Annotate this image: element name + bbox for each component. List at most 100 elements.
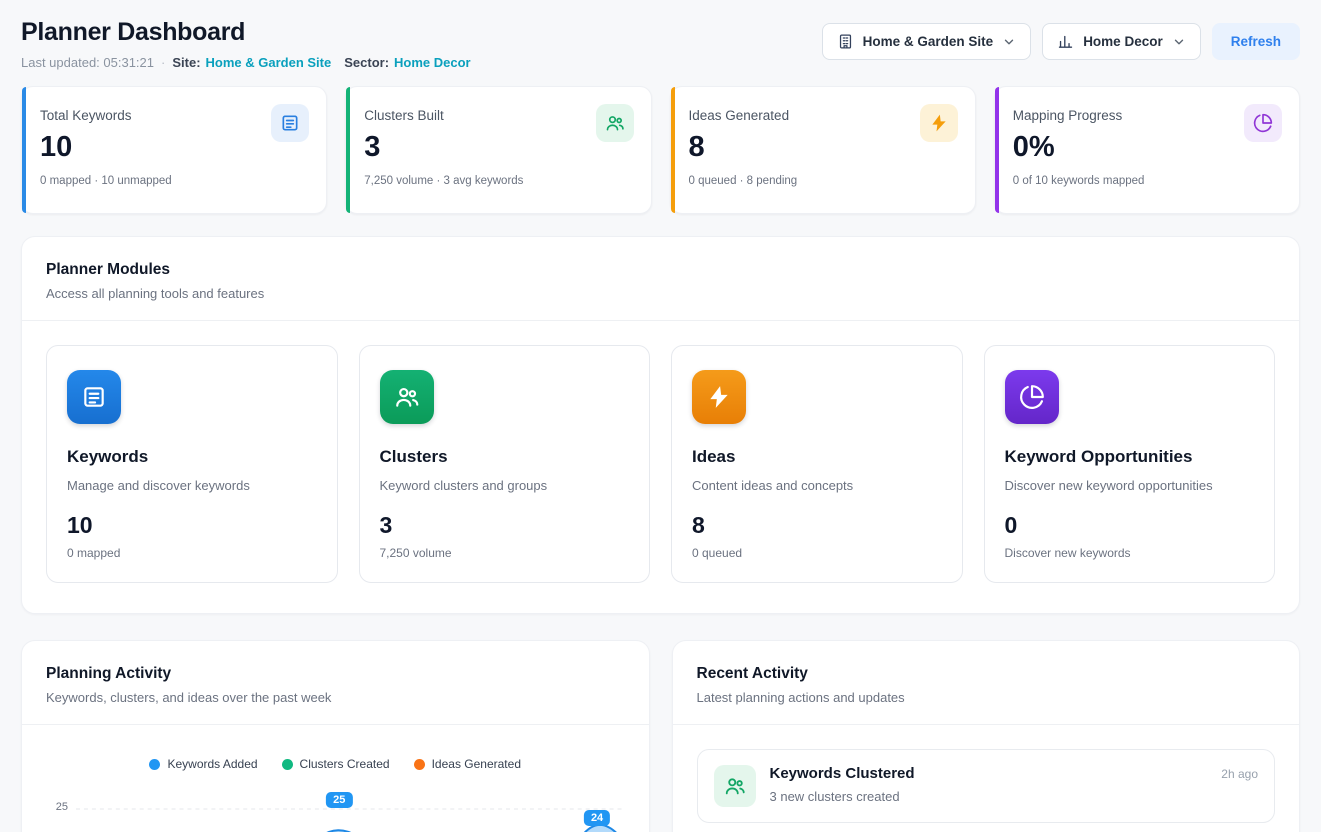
module-card-keywords[interactable]: Keywords Manage and discover keywords 10…: [46, 345, 338, 583]
divider: [22, 724, 649, 725]
stat-detail: 0 of 10 keywords mapped: [1013, 175, 1281, 187]
module-card-keyword-opportunities[interactable]: Keyword Opportunities Discover new keywo…: [984, 345, 1276, 583]
recent-activity-title: Recent Activity: [697, 665, 1276, 683]
sector-selector-dropdown[interactable]: Home Decor: [1042, 23, 1201, 60]
stat-value: 3: [364, 131, 632, 164]
module-description: Manage and discover keywords: [67, 477, 317, 495]
stat-card-ideas-generated: Ideas Generated 8 0 queued · 8 pending: [670, 86, 976, 214]
stat-card-clusters-built: Clusters Built 3 7,250 volume · 3 avg ke…: [345, 86, 651, 214]
module-description: Keyword clusters and groups: [380, 477, 630, 495]
site-link[interactable]: Home & Garden Site: [206, 55, 332, 70]
stat-label: Mapping Progress: [1013, 108, 1281, 123]
page-header: Planner Dashboard Last updated: 05:31:21…: [21, 18, 1300, 70]
module-grid: Keywords Manage and discover keywords 10…: [46, 345, 1275, 583]
site-selector-dropdown[interactable]: Home & Garden Site: [822, 23, 1032, 60]
refresh-button[interactable]: Refresh: [1212, 23, 1300, 60]
last-updated-text: Last updated: 05:31:21: [21, 55, 154, 70]
stat-detail: 0 mapped · 10 unmapped: [40, 175, 308, 187]
modules-subtitle: Access all planning tools and features: [46, 286, 1275, 301]
users-icon: [714, 765, 756, 807]
module-title: Ideas: [692, 447, 942, 467]
site-label: Site:: [172, 55, 200, 70]
sector-meta: Sector: Home Decor: [344, 55, 470, 70]
legend-item-clusters-created: Clusters Created: [282, 757, 390, 771]
recent-activity-panel: Recent Activity Latest planning actions …: [672, 640, 1301, 832]
module-card-clusters[interactable]: Clusters Keyword clusters and groups 3 7…: [359, 345, 651, 583]
article-icon: [271, 104, 309, 142]
planner-modules-panel: Planner Modules Access all planning tool…: [21, 236, 1300, 614]
chevron-down-icon: [1002, 35, 1016, 49]
stat-cards-row: Total Keywords 10 0 mapped · 10 unmapped…: [21, 86, 1300, 214]
sector-selector-label: Home Decor: [1083, 34, 1163, 49]
y-axis-tick: 25: [46, 784, 76, 832]
module-detail: 7,250 volume: [380, 546, 630, 560]
planning-activity-subtitle: Keywords, clusters, and ideas over the p…: [46, 690, 625, 705]
planning-activity-panel: Planning Activity Keywords, clusters, an…: [21, 640, 650, 832]
header-left: Planner Dashboard Last updated: 05:31:21…: [21, 18, 471, 70]
module-title: Clusters: [380, 447, 630, 467]
meta-separator: ·: [161, 55, 165, 70]
stat-label: Clusters Built: [364, 108, 632, 123]
stat-card-mapping-progress: Mapping Progress 0% 0 of 10 keywords map…: [994, 86, 1300, 214]
bar-chart-icon: [1057, 33, 1074, 50]
legend-label: Ideas Generated: [432, 757, 521, 771]
legend-dot: [282, 759, 293, 770]
chart-plot-area: 25 24: [76, 784, 625, 832]
module-card-ideas[interactable]: Ideas Content ideas and concepts 8 0 que…: [671, 345, 963, 583]
module-description: Content ideas and concepts: [692, 477, 942, 495]
site-selector-label: Home & Garden Site: [863, 34, 994, 49]
lightning-icon: [692, 370, 746, 424]
stat-detail: 0 queued · 8 pending: [689, 175, 957, 187]
chevron-down-icon: [1172, 35, 1186, 49]
page-title: Planner Dashboard: [21, 18, 471, 47]
module-value: 10: [67, 512, 317, 539]
modules-title: Planner Modules: [46, 261, 1275, 279]
stat-value: 0%: [1013, 131, 1281, 164]
data-point-label: 24: [584, 810, 610, 826]
bottom-row: Planning Activity Keywords, clusters, an…: [21, 640, 1300, 832]
stat-detail: 7,250 volume · 3 avg keywords: [364, 175, 632, 187]
stat-label: Total Keywords: [40, 108, 308, 123]
divider: [22, 320, 1299, 321]
stat-label: Ideas Generated: [689, 108, 957, 123]
legend-label: Clusters Created: [300, 757, 390, 771]
stat-card-total-keywords: Total Keywords 10 0 mapped · 10 unmapped: [21, 86, 327, 214]
stat-value: 8: [689, 131, 957, 164]
legend-dot: [149, 759, 160, 770]
module-detail: 0 queued: [692, 546, 942, 560]
activity-list-item: Keywords Clustered 3 new clusters create…: [697, 749, 1276, 823]
chart-legend: Keywords Added Clusters Created Ideas Ge…: [46, 757, 625, 771]
area-chart: 25 25 24: [46, 784, 625, 832]
legend-label: Keywords Added: [167, 757, 257, 771]
building-icon: [837, 33, 854, 50]
article-icon: [67, 370, 121, 424]
site-meta: Site: Home & Garden Site: [172, 55, 331, 70]
users-icon: [380, 370, 434, 424]
activity-item-body: Keywords Clustered 3 new clusters create…: [770, 765, 1208, 804]
legend-item-keywords-added: Keywords Added: [149, 757, 257, 771]
planner-dashboard-page: Planner Dashboard Last updated: 05:31:21…: [0, 0, 1321, 832]
divider: [673, 724, 1300, 725]
sector-link[interactable]: Home Decor: [394, 55, 471, 70]
module-title: Keyword Opportunities: [1005, 447, 1255, 467]
module-description: Discover new keyword opportunities: [1005, 477, 1255, 495]
module-detail: 0 mapped: [67, 546, 317, 560]
users-icon: [596, 104, 634, 142]
legend-item-ideas-generated: Ideas Generated: [414, 757, 521, 771]
lightning-icon: [920, 104, 958, 142]
pie-chart-icon: [1005, 370, 1059, 424]
activity-item-title: Keywords Clustered: [770, 765, 1208, 782]
module-value: 8: [692, 512, 942, 539]
legend-dot: [414, 759, 425, 770]
activity-item-description: 3 new clusters created: [770, 789, 1208, 804]
module-value: 3: [380, 512, 630, 539]
pie-chart-icon: [1244, 104, 1282, 142]
recent-activity-subtitle: Latest planning actions and updates: [697, 690, 1276, 705]
module-title: Keywords: [67, 447, 317, 467]
activity-item-time: 2h ago: [1221, 765, 1258, 781]
header-controls: Home & Garden Site Home Decor Refresh: [822, 18, 1300, 60]
module-value: 0: [1005, 512, 1255, 539]
data-point-label: 25: [326, 792, 352, 808]
sector-label: Sector:: [344, 55, 389, 70]
module-detail: Discover new keywords: [1005, 546, 1255, 560]
